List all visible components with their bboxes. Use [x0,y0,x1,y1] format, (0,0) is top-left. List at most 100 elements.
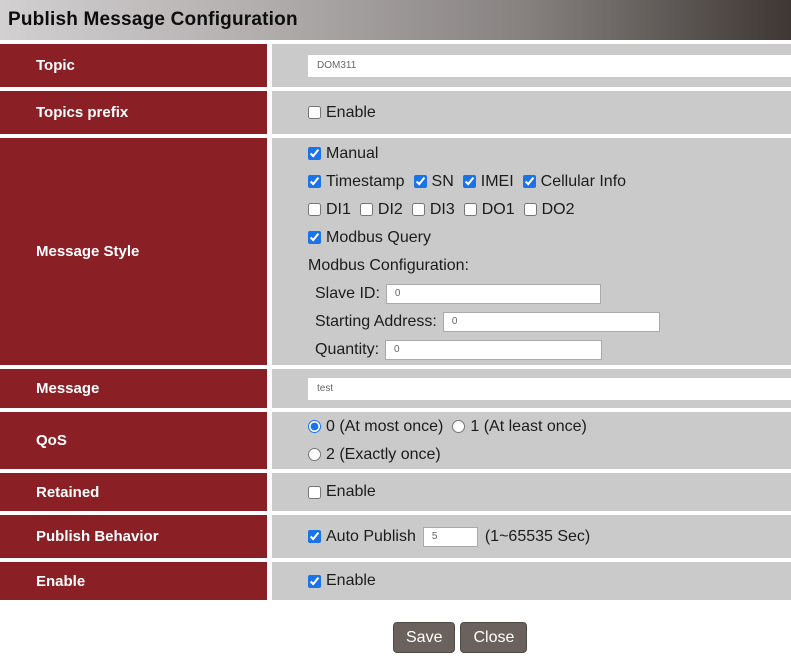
topic-row-content [272,44,791,87]
timestamp-checkbox[interactable] [308,175,321,188]
enable-enable-checkbox[interactable] [308,575,321,588]
footer-button-bar: Save Close [0,622,791,653]
enable-enable-option[interactable]: Enable [308,572,376,590]
qos-line-2: 2 (Exactly once) [308,443,441,467]
enable-row-content: Enable [272,562,791,600]
retained-enable-label: Enable [326,483,376,501]
qos-2-option[interactable]: 2 (Exactly once) [308,446,441,464]
di3-option[interactable]: DI3 [412,201,455,219]
qos-1-radio[interactable] [452,420,465,433]
quantity-input[interactable] [385,340,602,360]
message-style-row-label: Message Style [0,138,267,365]
metadata-line: Timestamp SN IMEI Cellular Info [308,171,626,193]
cellular-info-option[interactable]: Cellular Info [523,173,626,191]
imei-checkbox[interactable] [463,175,476,188]
row-topics-prefix: Topics prefix Enable [0,91,791,134]
sn-option[interactable]: SN [414,173,454,191]
modbus-query-option[interactable]: Modbus Query [308,229,431,247]
qos-2-radio[interactable] [308,448,321,461]
qos-0-option[interactable]: 0 (At most once) [308,418,443,436]
page-title: Publish Message Configuration [8,9,298,31]
imei-option[interactable]: IMEI [463,173,514,191]
qos-line-1: 0 (At most once) 1 (At least once) [308,415,587,439]
modbus-config-title: Modbus Configuration: [308,257,469,275]
do1-option[interactable]: DO1 [464,201,515,219]
sn-label: SN [432,173,454,191]
publish-behavior-row-label: Publish Behavior [0,515,267,558]
row-qos: QoS 0 (At most once) 1 (At least once) 2… [0,412,791,469]
topics-prefix-enable-label: Enable [326,104,376,122]
cellular-info-label: Cellular Info [541,173,626,191]
close-button[interactable]: Close [460,622,527,653]
di2-checkbox[interactable] [360,203,373,216]
do2-label: DO2 [542,201,575,219]
topic-input[interactable] [308,55,791,77]
qos-2-label: 2 (Exactly once) [326,446,441,464]
quantity-label: Quantity: [315,341,379,359]
auto-publish-option[interactable]: Auto Publish [308,528,416,546]
qos-row-content: 0 (At most once) 1 (At least once) 2 (Ex… [272,412,791,469]
topic-row-label: Topic [0,44,267,87]
topics-prefix-enable-checkbox[interactable] [308,106,321,119]
message-input[interactable] [308,378,791,400]
message-row-content [272,369,791,408]
enable-enable-label: Enable [326,572,376,590]
di2-option[interactable]: DI2 [360,201,403,219]
starting-address-input[interactable] [443,312,660,332]
sn-checkbox[interactable] [414,175,427,188]
di2-label: DI2 [378,201,403,219]
publish-message-configuration-page: Publish Message Configuration Topic Topi… [0,0,791,660]
retained-row-content: Enable [272,473,791,511]
manual-line: Manual [308,143,378,165]
message-row-label: Message [0,369,267,408]
do2-option[interactable]: DO2 [524,201,575,219]
di1-label: DI1 [326,201,351,219]
publish-behavior-row-content: Auto Publish (1~65535 Sec) [272,515,791,558]
starting-address-line: Starting Address: [308,311,660,333]
auto-publish-label: Auto Publish [326,528,416,546]
auto-publish-interval-input[interactable] [423,527,478,547]
qos-0-label: 0 (At most once) [326,418,443,436]
topics-prefix-row-content: Enable [272,91,791,134]
enable-row-label: Enable [0,562,267,600]
cellular-info-checkbox[interactable] [523,175,536,188]
do2-checkbox[interactable] [524,203,537,216]
page-header: Publish Message Configuration [0,0,791,40]
modbus-config-title-line: Modbus Configuration: [308,255,469,277]
modbus-query-checkbox[interactable] [308,231,321,244]
di3-label: DI3 [430,201,455,219]
row-topic: Topic [0,44,791,87]
topics-prefix-enable-option[interactable]: Enable [308,104,376,122]
save-button[interactable]: Save [393,622,455,653]
do1-label: DO1 [482,201,515,219]
timestamp-label: Timestamp [326,173,405,191]
io-line: DI1 DI2 DI3 DO1 DO2 [308,199,575,221]
manual-label: Manual [326,145,378,163]
topics-prefix-row-label: Topics prefix [0,91,267,134]
retained-enable-checkbox[interactable] [308,486,321,499]
retained-enable-option[interactable]: Enable [308,483,376,501]
timestamp-option[interactable]: Timestamp [308,173,405,191]
do1-checkbox[interactable] [464,203,477,216]
imei-label: IMEI [481,173,514,191]
row-retained: Retained Enable [0,473,791,511]
manual-option[interactable]: Manual [308,145,378,163]
modbus-query-line: Modbus Query [308,227,431,249]
di1-checkbox[interactable] [308,203,321,216]
qos-1-label: 1 (At least once) [470,418,587,436]
slave-id-line: Slave ID: [308,283,601,305]
slave-id-label: Slave ID: [315,285,380,303]
row-enable: Enable Enable [0,562,791,600]
retained-row-label: Retained [0,473,267,511]
qos-1-option[interactable]: 1 (At least once) [452,418,587,436]
auto-publish-range-hint: (1~65535 Sec) [485,528,590,546]
starting-address-label: Starting Address: [315,313,437,331]
manual-checkbox[interactable] [308,147,321,160]
auto-publish-checkbox[interactable] [308,530,321,543]
slave-id-input[interactable] [386,284,601,304]
qos-0-radio[interactable] [308,420,321,433]
row-message-style: Message Style Manual Timestamp SN [0,138,791,365]
qos-row-label: QoS [0,412,267,469]
di3-checkbox[interactable] [412,203,425,216]
di1-option[interactable]: DI1 [308,201,351,219]
